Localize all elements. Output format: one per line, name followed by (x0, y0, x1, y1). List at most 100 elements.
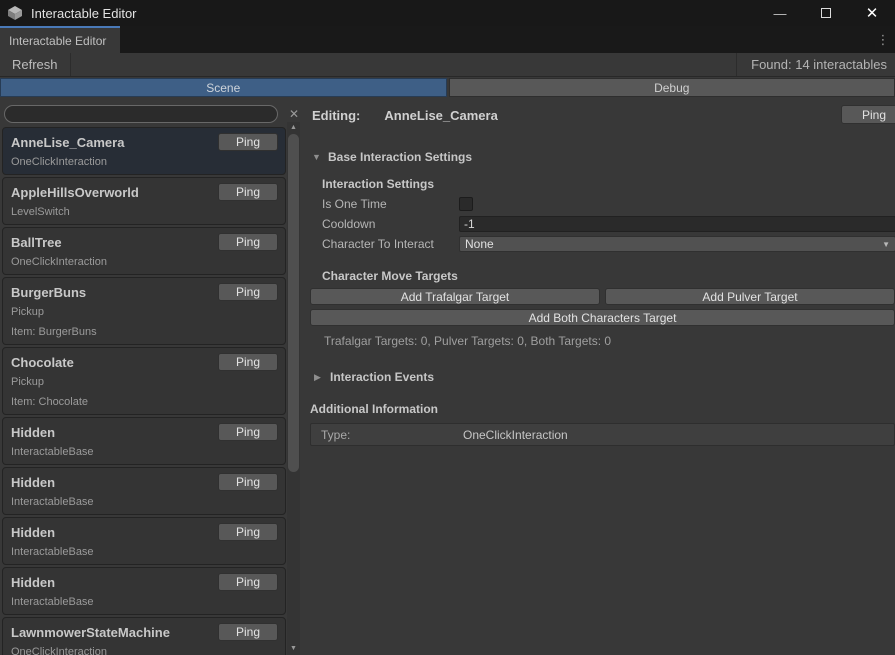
character-to-interact-row: Character To Interact None ▼ (322, 234, 895, 254)
ping-button[interactable]: Ping (218, 423, 278, 441)
interaction-settings-header: Interaction Settings (322, 177, 895, 191)
editing-panel: Editing: AnneLise_Camera Ping ▼ Base Int… (302, 97, 895, 655)
list-item[interactable]: BallTree Ping OneClickInteraction (2, 227, 286, 275)
tab-debug[interactable]: Debug (449, 78, 895, 97)
item-name: BurgerBuns (11, 285, 86, 300)
close-button[interactable]: ✕ (849, 0, 895, 26)
interactable-editor-window: Interactable Editor — ✕ Interactable Edi… (0, 0, 895, 655)
foldout-label: Interaction Events (330, 370, 434, 384)
search-input[interactable] (4, 105, 278, 123)
list-item[interactable]: Hidden Ping InteractableBase (2, 567, 286, 615)
foldout-label: Base Interaction Settings (328, 150, 472, 164)
add-both-characters-target-button[interactable]: Add Both Characters Target (310, 309, 895, 326)
list-item[interactable]: Hidden Ping InteractableBase (2, 517, 286, 565)
scroll-up-icon[interactable]: ▲ (287, 122, 300, 132)
dock-tab-interactable-editor[interactable]: Interactable Editor (0, 26, 120, 53)
item-name: BallTree (11, 235, 62, 250)
app-cube-icon (7, 5, 23, 21)
item-name: AnneLise_Camera (11, 135, 124, 150)
toolbar: Refresh Found: 14 interactables (0, 53, 895, 77)
item-name: Chocolate (11, 355, 74, 370)
list-item[interactable]: Hidden Ping InteractableBase (2, 467, 286, 515)
item-type: InteractableBase (11, 446, 278, 458)
interactable-list-panel: ✕ AnneLise_Camera Ping OneClickInteracti… (0, 97, 302, 655)
list-item[interactable]: Chocolate Ping Pickup Item: Chocolate (2, 347, 286, 415)
editing-target-name: AnneLise_Camera (384, 108, 497, 123)
dock-tab-strip: Interactable Editor ⋮ (0, 26, 895, 53)
item-name: LawnmowerStateMachine (11, 625, 170, 640)
item-type: OneClickInteraction (11, 646, 278, 655)
item-type: InteractableBase (11, 596, 278, 608)
titlebar: Interactable Editor — ✕ (0, 0, 895, 26)
additional-information-header: Additional Information (310, 402, 895, 416)
base-interaction-settings-foldout[interactable]: ▼ Base Interaction Settings (312, 149, 895, 165)
ping-button[interactable]: Ping (218, 573, 278, 591)
item-name: AppleHillsOverworld (11, 185, 139, 200)
cooldown-input[interactable] (459, 216, 895, 232)
list-item[interactable]: LawnmowerStateMachine Ping OneClickInter… (2, 617, 286, 655)
ping-button[interactable]: Ping (218, 623, 278, 641)
dropdown-selected-value: None (465, 237, 494, 251)
item-type: OneClickInteraction (11, 156, 278, 168)
window-title: Interactable Editor (31, 6, 137, 21)
interactable-list: AnneLise_Camera Ping OneClickInteraction… (2, 127, 286, 655)
add-pulver-target-button[interactable]: Add Pulver Target (605, 288, 895, 305)
item-type: Pickup (11, 306, 278, 318)
tab-scene[interactable]: Scene (0, 78, 447, 97)
editing-header: Editing: AnneLise_Camera Ping (312, 105, 895, 125)
item-extra: Item: Chocolate (11, 396, 278, 408)
is-one-time-checkbox[interactable] (459, 197, 473, 211)
search-clear-button[interactable]: ✕ (284, 105, 304, 123)
item-extra: Item: BurgerBuns (11, 326, 278, 338)
is-one-time-label: Is One Time (322, 197, 459, 211)
found-count-label: Found: 14 interactables (736, 53, 895, 76)
type-label: Type: (321, 428, 463, 442)
toolbar-spacer (71, 53, 737, 76)
move-target-buttons-row: Add Trafalgar Target Add Pulver Target (310, 288, 895, 305)
type-info-row: Type: OneClickInteraction (310, 423, 895, 446)
refresh-button[interactable]: Refresh (0, 53, 71, 76)
ping-button[interactable]: Ping (218, 133, 278, 151)
item-type: OneClickInteraction (11, 256, 278, 268)
item-name: Hidden (11, 475, 55, 490)
list-item[interactable]: Hidden Ping InteractableBase (2, 417, 286, 465)
chevron-down-icon: ▼ (882, 240, 890, 249)
interaction-events-foldout[interactable]: ▶ Interaction Events (314, 369, 895, 385)
character-to-interact-dropdown[interactable]: None ▼ (459, 236, 895, 252)
list-item[interactable]: BurgerBuns Ping Pickup Item: BurgerBuns (2, 277, 286, 345)
list-item[interactable]: AnneLise_Camera Ping OneClickInteraction (2, 127, 286, 175)
list-scrollbar[interactable]: ▲ ▼ (287, 122, 300, 655)
list-item[interactable]: AppleHillsOverworld Ping LevelSwitch (2, 177, 286, 225)
ping-button[interactable]: Ping (218, 233, 278, 251)
item-type: Pickup (11, 376, 278, 388)
ping-button[interactable]: Ping (218, 183, 278, 201)
item-type: InteractableBase (11, 496, 278, 508)
cooldown-label: Cooldown (322, 217, 459, 231)
minimize-button[interactable]: — (757, 0, 803, 26)
maximize-button[interactable] (803, 0, 849, 26)
ping-button[interactable]: Ping (218, 283, 278, 301)
view-tabs: Scene Debug (0, 77, 895, 97)
add-both-row: Add Both Characters Target (310, 309, 895, 326)
scroll-down-icon[interactable]: ▼ (287, 643, 300, 653)
editing-ping-button[interactable]: Ping (841, 105, 895, 124)
ping-button[interactable]: Ping (218, 353, 278, 371)
item-type: LevelSwitch (11, 206, 278, 218)
scrollbar-thumb[interactable] (288, 134, 299, 472)
cooldown-row: Cooldown (322, 214, 895, 234)
kebab-menu-icon[interactable]: ⋮ (875, 26, 891, 53)
ping-button[interactable]: Ping (218, 523, 278, 541)
add-trafalgar-target-button[interactable]: Add Trafalgar Target (310, 288, 600, 305)
ping-button[interactable]: Ping (218, 473, 278, 491)
targets-summary: Trafalgar Targets: 0, Pulver Targets: 0,… (324, 334, 895, 348)
editing-label: Editing: (312, 108, 360, 123)
search-row: ✕ (4, 105, 302, 123)
main-content: ✕ AnneLise_Camera Ping OneClickInteracti… (0, 97, 895, 655)
character-to-interact-label: Character To Interact (322, 237, 459, 251)
item-name: Hidden (11, 575, 55, 590)
character-move-targets-header: Character Move Targets (322, 269, 895, 283)
foldout-open-icon: ▼ (312, 152, 321, 162)
is-one-time-row: Is One Time (322, 194, 895, 214)
item-type: InteractableBase (11, 546, 278, 558)
maximize-icon (821, 8, 831, 18)
